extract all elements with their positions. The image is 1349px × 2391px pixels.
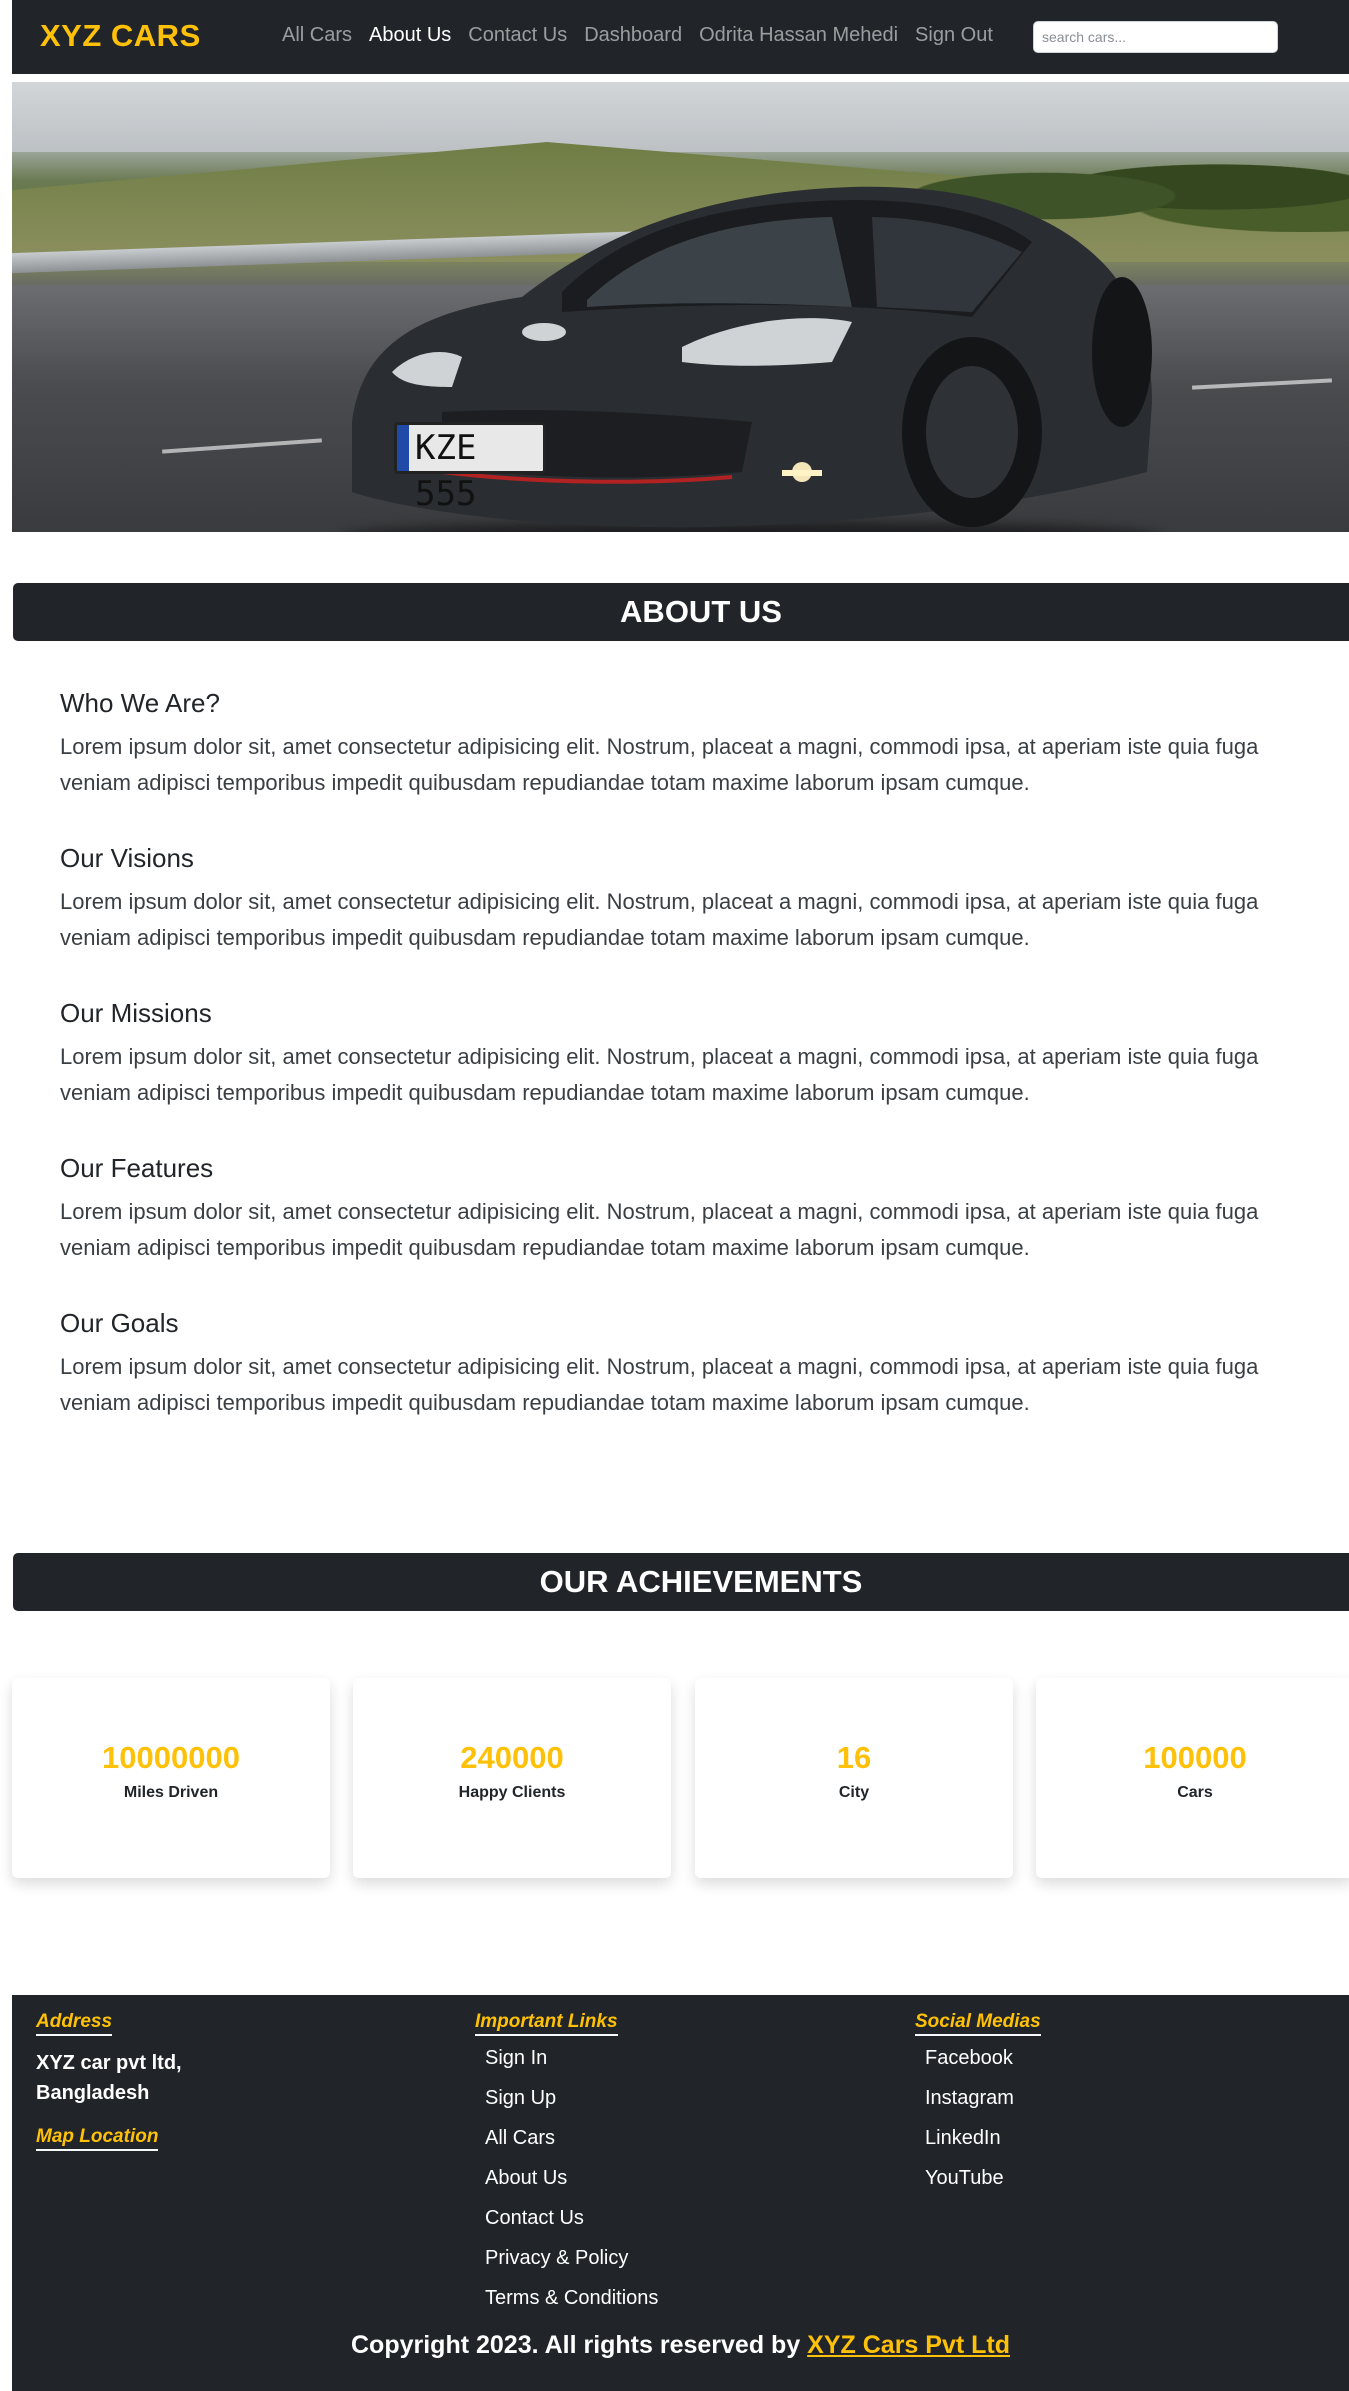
footer-important-links-heading: Important Links (475, 2011, 618, 2036)
social-link-youtube[interactable]: YouTube (925, 2158, 1041, 2198)
about-item-text: Lorem ipsum dolor sit, amet consectetur … (60, 1199, 1259, 1260)
footer-link-about-us[interactable]: About Us (485, 2158, 658, 2198)
stat-card-city: 16 City (695, 1678, 1013, 1878)
footer-link-all-cars[interactable]: All Cars (485, 2118, 658, 2158)
social-link-instagram[interactable]: Instagram (925, 2078, 1041, 2118)
nav-link-dashboard[interactable]: Dashboard (584, 24, 682, 47)
footer-link-privacy-policy[interactable]: Privacy & Policy (485, 2238, 658, 2278)
hero-banner-image: KZE 555 (12, 82, 1349, 532)
about-item-title: Our Visions (60, 843, 194, 873)
license-plate-text: KZE 555 (415, 428, 477, 514)
stat-value: 10000000 (102, 1740, 240, 1775)
footer: Address XYZ car pvt ltd, Bangladesh Map … (12, 1995, 1349, 2391)
address-line-1: XYZ car pvt ltd, (36, 2052, 182, 2074)
achievements-heading: OUR ACHIEVEMENTS (13, 1553, 1349, 1611)
about-item-title: Our Missions (60, 998, 212, 1028)
about-item-visions: Our Visions Lorem ipsum dolor sit, amet … (60, 843, 1300, 956)
about-section: Who We Are? Lorem ipsum dolor sit, amet … (60, 688, 1300, 1463)
about-item-text: Lorem ipsum dolor sit, amet consectetur … (60, 1354, 1259, 1415)
about-item-goals: Our Goals Lorem ipsum dolor sit, amet co… (60, 1308, 1300, 1421)
nav-link-contact-us[interactable]: Contact Us (468, 24, 567, 47)
nav-link-about-us[interactable]: About Us (369, 24, 451, 47)
nav-links: All Cars About Us Contact Us Dashboard O… (282, 24, 993, 47)
about-item-text: Lorem ipsum dolor sit, amet consectetur … (60, 889, 1259, 950)
nav-link-user-name[interactable]: Odrita Hassan Mehedi (699, 24, 898, 47)
footer-address-heading: Address (36, 2011, 113, 2036)
footer-link-sign-up[interactable]: Sign Up (485, 2078, 658, 2118)
stat-card-happy-clients: 240000 Happy Clients (353, 1678, 671, 1878)
about-item-title: Who We Are? (60, 688, 220, 718)
nav-link-all-cars[interactable]: All Cars (282, 24, 352, 47)
copyright-text: Copyright 2023. All rights reserved by (351, 2331, 808, 2359)
important-links-list: Sign In Sign Up All Cars About Us Contac… (475, 2038, 658, 2318)
stat-label: Happy Clients (458, 1784, 566, 1801)
footer-address-text: XYZ car pvt ltd, Bangladesh (36, 2048, 182, 2108)
about-item-features: Our Features Lorem ipsum dolor sit, amet… (60, 1153, 1300, 1266)
footer-social-column: Social Medias Facebook Instagram LinkedI… (915, 2011, 1041, 2198)
copyright-company-link[interactable]: XYZ Cars Pvt Ltd (807, 2331, 1010, 2359)
footer-social-heading: Social Medias (915, 2011, 1041, 2036)
footer-map-location-link[interactable]: Map Location (36, 2126, 159, 2151)
plate-country-strip (397, 425, 409, 471)
stat-card-miles-driven: 10000000 Miles Driven (12, 1678, 330, 1878)
license-plate: KZE 555 (394, 422, 546, 514)
nav-link-sign-out[interactable]: Sign Out (915, 24, 993, 47)
footer-link-sign-in[interactable]: Sign In (485, 2038, 658, 2078)
footer-address-column: Address XYZ car pvt ltd, Bangladesh Map … (36, 2011, 182, 2163)
stat-value: 240000 (460, 1740, 564, 1775)
stat-value: 16 (836, 1740, 872, 1775)
stat-label: City (838, 1784, 870, 1801)
copyright: Copyright 2023. All rights reserved by X… (12, 2331, 1349, 2360)
about-item-missions: Our Missions Lorem ipsum dolor sit, amet… (60, 998, 1300, 1111)
footer-important-links-column: Important Links Sign In Sign Up All Cars… (475, 2011, 658, 2318)
navbar: XYZ CARS All Cars About Us Contact Us Da… (12, 0, 1349, 74)
stat-label: Cars (1177, 1784, 1213, 1801)
footer-link-terms-conditions[interactable]: Terms & Conditions (485, 2278, 658, 2318)
about-item-title: Our Goals (60, 1308, 179, 1338)
about-item-text: Lorem ipsum dolor sit, amet consectetur … (60, 734, 1259, 795)
address-line-2: Bangladesh (36, 2082, 150, 2104)
footer-link-contact-us[interactable]: Contact Us (485, 2198, 658, 2238)
brand-logo[interactable]: XYZ CARS (40, 18, 201, 54)
social-link-facebook[interactable]: Facebook (925, 2038, 1041, 2078)
social-link-linkedin[interactable]: LinkedIn (925, 2118, 1041, 2158)
achievements-stats: 10000000 Miles Driven 240000 Happy Clien… (12, 1678, 1349, 1878)
stat-label: Miles Driven (123, 1784, 219, 1801)
stat-value: 100000 (1143, 1740, 1247, 1775)
about-us-heading: ABOUT US (13, 583, 1349, 641)
social-links-list: Facebook Instagram LinkedIn YouTube (915, 2038, 1041, 2198)
about-item-text: Lorem ipsum dolor sit, amet consectetur … (60, 1044, 1259, 1105)
about-item-who-we-are: Who We Are? Lorem ipsum dolor sit, amet … (60, 688, 1300, 801)
about-item-title: Our Features (60, 1153, 214, 1183)
stat-card-cars: 100000 Cars (1036, 1678, 1349, 1878)
search-input[interactable] (1033, 21, 1278, 53)
